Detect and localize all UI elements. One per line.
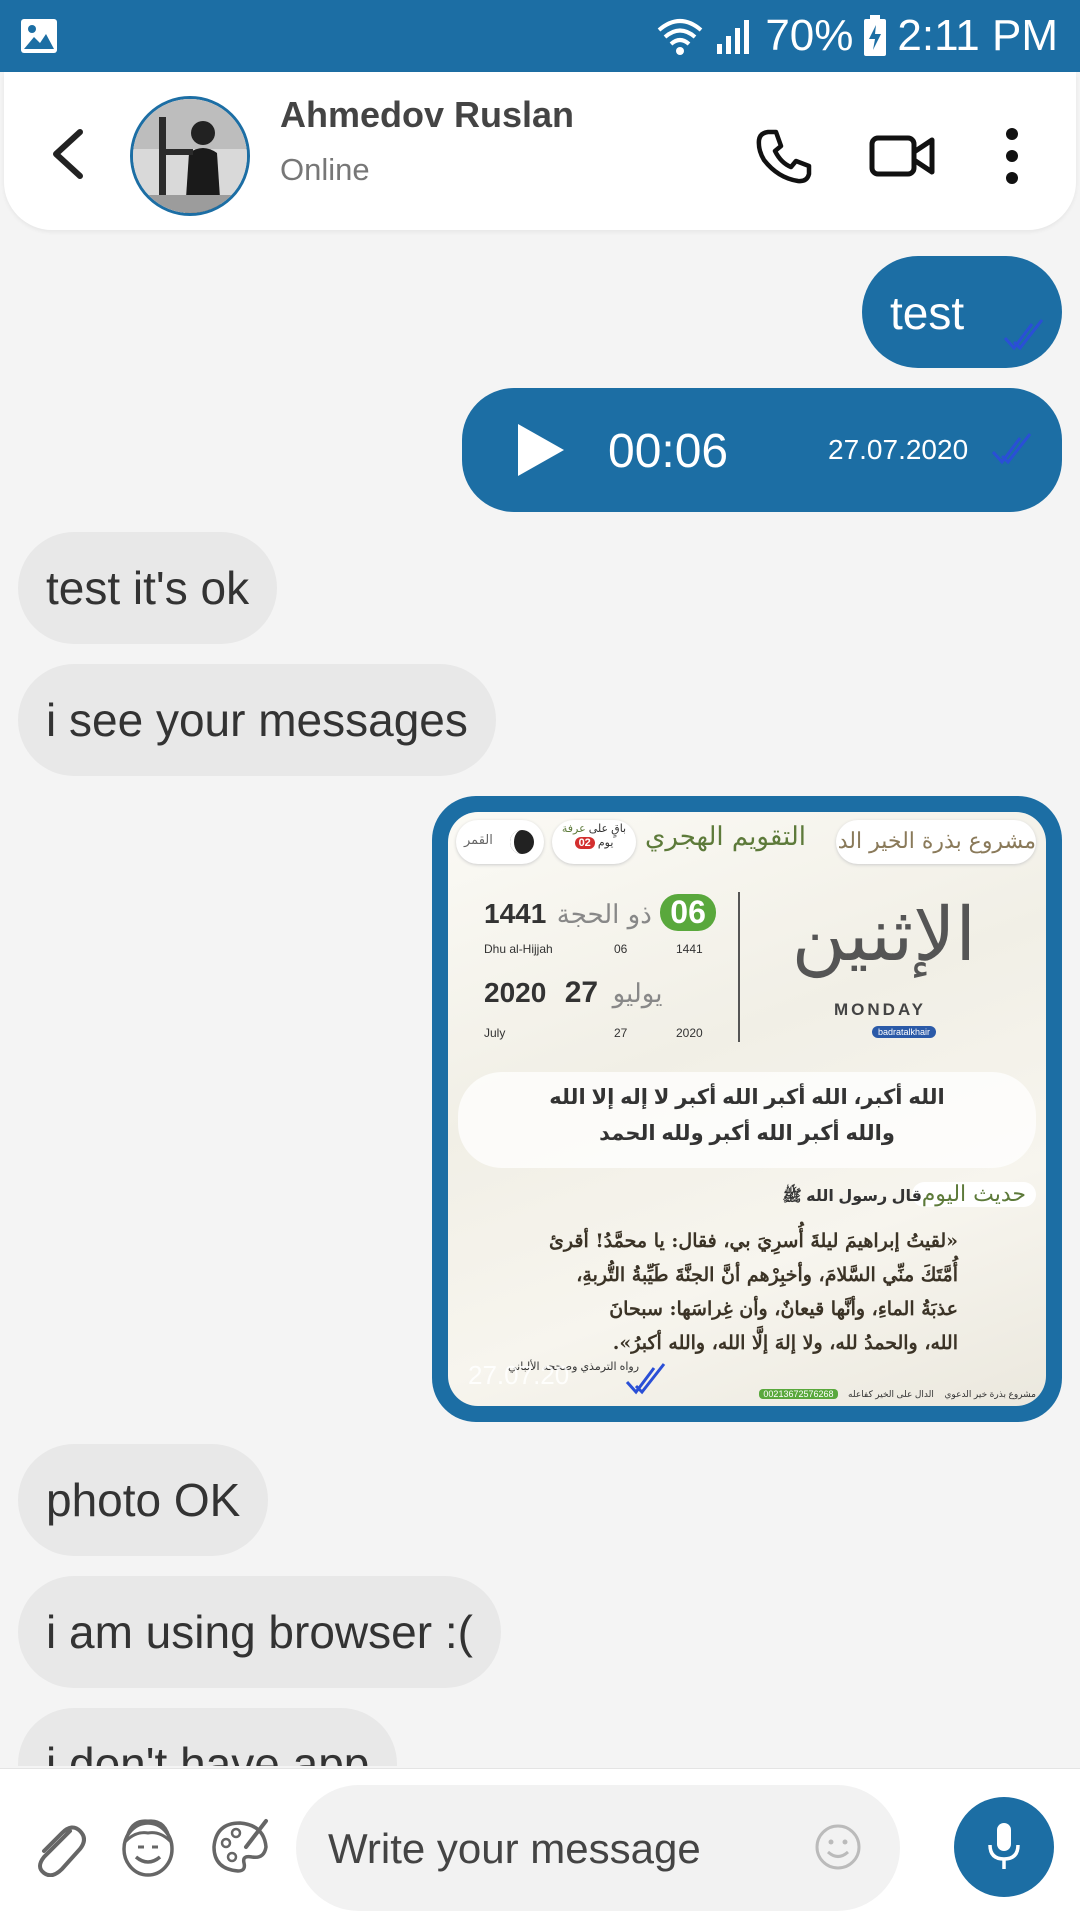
gallery-icon [21, 19, 57, 53]
image-greg-labels: July 27 2020 [484, 1026, 703, 1040]
image-weekday-en: MONDAY [834, 1000, 926, 1019]
image-hadith-intro: قال رسول الله ﷺ [782, 1188, 922, 1205]
phone-icon[interactable] [754, 126, 814, 186]
incoming-message[interactable]: i don't have app [18, 1708, 398, 1766]
image-hijri-labels: Dhu al-Hijjah 06 1441 [484, 942, 703, 956]
message-text: photo OK [46, 1474, 241, 1526]
image-weekday-ar: الإثنين [791, 892, 976, 978]
read-check-icon [991, 433, 1032, 465]
composer-bar [0, 1768, 1080, 1921]
battery-icon [864, 15, 887, 56]
message-text: test it's ok [46, 562, 250, 614]
image-hadith-text: «لقيتُ إبراهيمَ ليلةَ أُسرِيَ بي، فقال: … [549, 1230, 958, 1354]
record-voice-button[interactable] [954, 1797, 1054, 1897]
image-hadith-title: حديث اليوم [911, 1182, 1036, 1207]
message-list[interactable]: test 00:06 27.07.2020 test it's ok i see… [0, 236, 1080, 1766]
contact-status: Online [280, 152, 370, 187]
outgoing-voice-message[interactable]: 00:06 27.07.2020 [462, 388, 1062, 512]
back-arrow-icon[interactable] [44, 128, 90, 180]
signal-icon [717, 20, 750, 54]
image-divider [738, 892, 740, 1042]
image-social-handle: badratalkhair [871, 1026, 936, 1038]
image-hijri-row: 1441 ذو الحجة 06 [484, 894, 716, 931]
message-text: i see your messages [46, 694, 468, 746]
wifi-icon [658, 19, 703, 55]
palette-icon[interactable] [210, 1817, 270, 1875]
image-greg-row: 2020 يوليو 27 [484, 976, 663, 1009]
voice-duration: 00:06 [608, 425, 729, 478]
message-input[interactable] [326, 1813, 790, 1885]
message-input-container [296, 1785, 900, 1911]
avatar[interactable] [130, 96, 250, 216]
attached-image[interactable]: مشروع بذرة الخير الدعوي التقويم الهجري ب… [448, 812, 1046, 1406]
play-icon[interactable] [510, 420, 570, 480]
message-date: 27.07.20 [468, 1360, 570, 1390]
message-text: i don't have app [46, 1738, 370, 1766]
image-project-banner: مشروع بذرة الخير الدعوي [836, 820, 1036, 864]
image-takbir-band: الله أكبر، الله أكبر الله أكبر لا إله إل… [458, 1072, 1036, 1168]
contact-name: Ahmedov Ruslan [280, 94, 575, 135]
incoming-message[interactable]: i see your messages [18, 664, 496, 776]
image-moon: القمر [456, 820, 544, 864]
message-text: test [890, 287, 965, 339]
read-check-icon [1003, 319, 1044, 351]
image-calendar-title: التقويم الهجري [645, 822, 806, 852]
incoming-message[interactable]: test it's ok [18, 532, 278, 644]
outgoing-message[interactable]: test [862, 256, 1062, 368]
battery-percent: 70% [765, 11, 854, 60]
chat-header: Ahmedov Ruslan Online [4, 72, 1076, 230]
smiley-icon[interactable] [814, 1823, 862, 1871]
outgoing-image-message[interactable]: مشروع بذرة الخير الدعوي التقويم الهجري ب… [432, 796, 1062, 1422]
image-days-left: باقٍ على عرفة يوم 02 [552, 820, 636, 864]
video-camera-icon[interactable] [868, 126, 938, 186]
paperclip-icon[interactable] [30, 1817, 86, 1877]
incoming-message[interactable]: i am using browser :( [18, 1576, 501, 1688]
clock: 2:11 PM [897, 11, 1058, 60]
read-check-icon [625, 1363, 666, 1395]
incoming-message[interactable]: photo OK [18, 1444, 269, 1556]
microphone-icon [988, 1823, 1020, 1869]
message-text: i am using browser :( [46, 1606, 473, 1658]
more-vertical-icon[interactable] [1000, 126, 1024, 186]
face-icon[interactable] [120, 1813, 176, 1879]
message-date: 27.07.2020 [828, 434, 969, 465]
status-bar: 70% 2:11 PM [0, 0, 1080, 72]
moon-icon [510, 830, 534, 854]
